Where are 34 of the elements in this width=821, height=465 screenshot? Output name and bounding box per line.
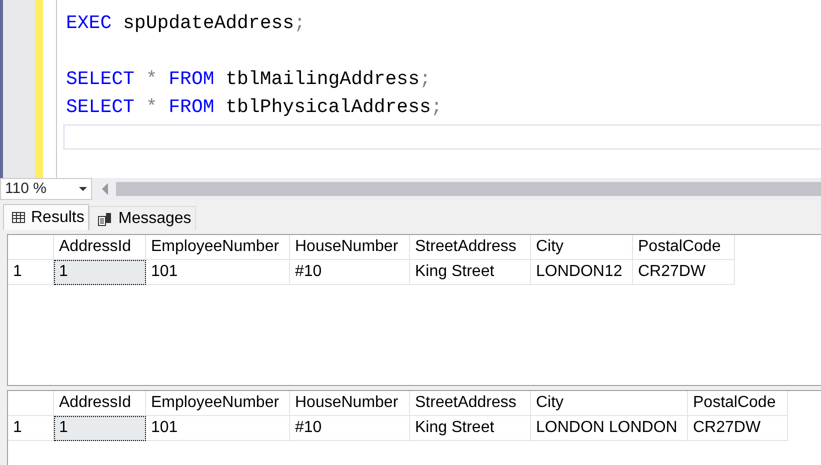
column-header[interactable]: HouseNumber bbox=[290, 235, 410, 260]
code-line: EXEC spUpdateAddress; bbox=[66, 11, 306, 36]
messages-icon bbox=[98, 212, 112, 226]
column-header[interactable]: PostalCode bbox=[688, 391, 788, 416]
column-header[interactable]: EmployeeNumber bbox=[146, 391, 290, 416]
column-header[interactable]: StreetAddress bbox=[410, 391, 531, 416]
table-cell[interactable]: 101 bbox=[146, 416, 290, 441]
table-cell[interactable]: 1 bbox=[54, 416, 146, 441]
corner-header[interactable] bbox=[8, 235, 54, 260]
table-cell[interactable]: #10 bbox=[290, 260, 410, 285]
table-cell[interactable]: LONDON12 bbox=[531, 260, 633, 285]
table-cell[interactable]: #10 bbox=[290, 416, 410, 441]
zoom-dropdown[interactable]: 110 % bbox=[0, 178, 92, 200]
table-cell[interactable]: CR27DW bbox=[688, 416, 788, 441]
grid-icon bbox=[12, 212, 25, 223]
table-cell[interactable]: King Street bbox=[410, 416, 531, 441]
table-cell[interactable]: 101 bbox=[146, 260, 290, 285]
code-line: SELECT * FROM tblPhysicalAddress; bbox=[66, 95, 444, 120]
column-header[interactable]: City bbox=[531, 235, 633, 260]
column-header[interactable]: HouseNumber bbox=[290, 391, 410, 416]
results-tab[interactable]: Messages bbox=[89, 206, 196, 230]
column-header[interactable]: City bbox=[531, 391, 688, 416]
corner-header[interactable] bbox=[8, 391, 54, 416]
results-tab[interactable]: Results bbox=[3, 204, 90, 230]
table-cell[interactable]: LONDON LONDON bbox=[531, 416, 688, 441]
horizontal-scrollbar[interactable] bbox=[116, 182, 821, 196]
caret-icon bbox=[79, 187, 87, 191]
column-header[interactable]: PostalCode bbox=[633, 235, 735, 260]
table-cell[interactable]: 1 bbox=[54, 260, 146, 285]
code-line: SELECT * FROM tblMailingAddress; bbox=[66, 67, 432, 92]
column-header[interactable]: EmployeeNumber bbox=[146, 235, 290, 260]
table-cell[interactable]: CR27DW bbox=[633, 260, 735, 285]
table-cell[interactable]: King Street bbox=[410, 260, 531, 285]
column-header[interactable]: StreetAddress bbox=[410, 235, 531, 260]
